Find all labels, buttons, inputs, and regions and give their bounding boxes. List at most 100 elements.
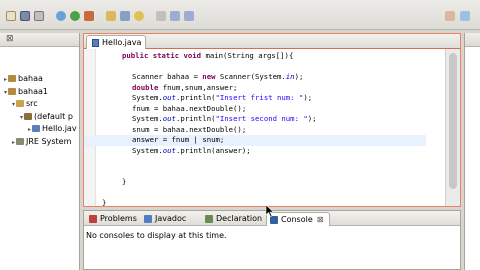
open-type-icon[interactable] xyxy=(120,11,130,21)
code-token: ); xyxy=(307,114,317,123)
declaration-icon xyxy=(205,215,213,223)
tree-item[interactable]: ▸ JRE System xyxy=(12,136,71,148)
outline-tabbar[interactable] xyxy=(465,33,480,47)
bottom-panel: Problems Javadoc Declaration Console ⊠ No co… xyxy=(83,210,461,270)
tree-expander-icon[interactable]: ▸ xyxy=(4,76,7,83)
new-icon[interactable] xyxy=(6,11,16,21)
editor-vertical-scrollbar[interactable] xyxy=(445,49,460,206)
external-tools-icon[interactable] xyxy=(84,11,94,21)
problems-icon xyxy=(89,215,97,223)
code-token: Scanner(System. xyxy=(215,72,286,81)
code-token: .println( xyxy=(175,93,216,102)
next-annotation-icon[interactable] xyxy=(156,11,166,21)
editor-tab-title: Hello.java xyxy=(102,38,142,47)
code-token: "Insert frist num: " xyxy=(215,93,304,102)
code-line[interactable] xyxy=(102,62,317,73)
code-token: Scanner bahaa = xyxy=(132,72,203,81)
code-line[interactable]: public static void main(String args[]){ xyxy=(102,51,317,62)
tab-problems[interactable]: Problems xyxy=(86,212,140,226)
code-token: new xyxy=(202,72,216,81)
code-token: } xyxy=(102,198,107,207)
new-java-project-icon[interactable] xyxy=(106,11,116,21)
code-area[interactable]: public static void main(String args[]){ S… xyxy=(84,51,426,209)
main-toolbar xyxy=(0,0,480,30)
run-icon[interactable] xyxy=(70,11,80,21)
debug-icon[interactable] xyxy=(56,11,66,21)
editor-tabbar: Hello.java xyxy=(84,34,460,49)
code-token: fnum,snum,answer; xyxy=(158,82,238,92)
library-icon xyxy=(16,137,25,145)
code-token: ); xyxy=(303,93,313,102)
tree-item[interactable]: ▾ src xyxy=(12,98,38,110)
code-line[interactable] xyxy=(102,156,317,167)
javadoc-icon xyxy=(144,215,152,223)
save-icon[interactable] xyxy=(20,11,30,21)
tree-item[interactable]: ▸ bahaa xyxy=(4,73,43,85)
code-line[interactable]: System.out.println("Insert second num: "… xyxy=(102,114,317,125)
code-token: ); xyxy=(294,72,304,81)
code-line[interactable]: } xyxy=(102,177,317,188)
source-folder-icon xyxy=(16,100,25,107)
package-explorer: ⊠ ▸ bahaa ▾ bahaa1 ▾ src ▾ (default p ▸ Hello.jav… xyxy=(0,33,80,270)
code-token: public static void xyxy=(122,51,206,60)
code-line[interactable]: System.out.println(answer); xyxy=(102,146,317,157)
tab-label: Declaration xyxy=(216,214,263,223)
code-line[interactable]: Scanner bahaa = new Scanner(System.in); xyxy=(102,72,317,83)
tree-item[interactable]: ▾ (default p xyxy=(20,111,73,123)
tab-javadoc[interactable]: Javadoc xyxy=(141,212,199,226)
tree-expander-icon[interactable]: ▸ xyxy=(28,126,31,133)
code-line[interactable] xyxy=(102,188,317,199)
code-token: out xyxy=(162,93,176,102)
code-token: System. xyxy=(132,114,163,123)
close-icon[interactable]: ⊠ xyxy=(6,34,14,44)
perspective-java-icon[interactable] xyxy=(445,11,455,21)
code-token: snum = bahaa.nextDouble(); xyxy=(132,124,247,134)
tree-item[interactable]: ▸ Hello.jav xyxy=(28,123,77,135)
tab-label: Console xyxy=(281,215,313,224)
code-line[interactable]: snum = bahaa.nextDouble(); xyxy=(102,125,317,136)
code-token: "Insert second num: " xyxy=(215,114,308,123)
back-icon[interactable] xyxy=(170,11,180,21)
tree-item-label: (default p xyxy=(34,111,73,121)
forward-icon[interactable] xyxy=(184,11,194,21)
scrollbar-thumb[interactable] xyxy=(449,53,457,189)
code-token: .println(answer); xyxy=(175,145,251,155)
code-token: } xyxy=(122,177,127,186)
print-icon[interactable] xyxy=(34,11,44,21)
tree-item-label: bahaa xyxy=(18,74,43,83)
package-icon xyxy=(24,112,33,120)
code-line[interactable]: } xyxy=(102,198,317,209)
tree-expander-icon[interactable]: ▸ xyxy=(12,139,15,146)
code-line[interactable]: System.out.println("Insert frist num: ")… xyxy=(102,93,317,104)
tree-expander-icon[interactable]: ▾ xyxy=(4,89,7,96)
close-icon[interactable]: ⊠ xyxy=(317,215,324,224)
code-token: answer = fnum xyxy=(132,135,194,144)
code-line[interactable] xyxy=(102,167,317,178)
code-token: double xyxy=(132,82,159,92)
tree-expander-icon[interactable]: ▾ xyxy=(12,101,15,108)
code-line[interactable]: double fnum,snum,answer; xyxy=(102,83,317,94)
tree-item-label: bahaa1 xyxy=(18,86,48,96)
tab-label: Javadoc xyxy=(155,214,187,223)
editor-gutter xyxy=(84,49,96,206)
search-icon[interactable] xyxy=(134,11,144,21)
code-token: fnum = bahaa.nextDouble(); xyxy=(132,103,247,113)
tree-item[interactable]: ▾ bahaa1 xyxy=(4,86,48,98)
tab-console[interactable]: Console ⊠ xyxy=(266,212,330,226)
perspective-debug-icon[interactable] xyxy=(460,11,470,21)
console-message: No consoles to display at this time. xyxy=(86,231,227,240)
outline-panel xyxy=(464,33,480,270)
code-line[interactable]: fnum = bahaa.nextDouble(); xyxy=(102,104,317,115)
tab-declaration[interactable]: Declaration xyxy=(202,212,262,226)
code-token: main(String args[]){ xyxy=(205,51,294,60)
project-icon xyxy=(8,87,17,95)
code-line[interactable]: answer = fnum | snum; xyxy=(84,135,426,146)
code-token: snum; xyxy=(197,135,225,144)
code-token: out xyxy=(162,114,176,123)
mouse-cursor-icon xyxy=(266,205,274,217)
code-token: in xyxy=(285,72,295,81)
tab-hello-java[interactable]: Hello.java xyxy=(86,35,146,49)
java-file-icon xyxy=(92,38,99,47)
tree-item-label: JRE System xyxy=(26,136,72,146)
tree-expander-icon[interactable]: ▾ xyxy=(20,114,23,121)
